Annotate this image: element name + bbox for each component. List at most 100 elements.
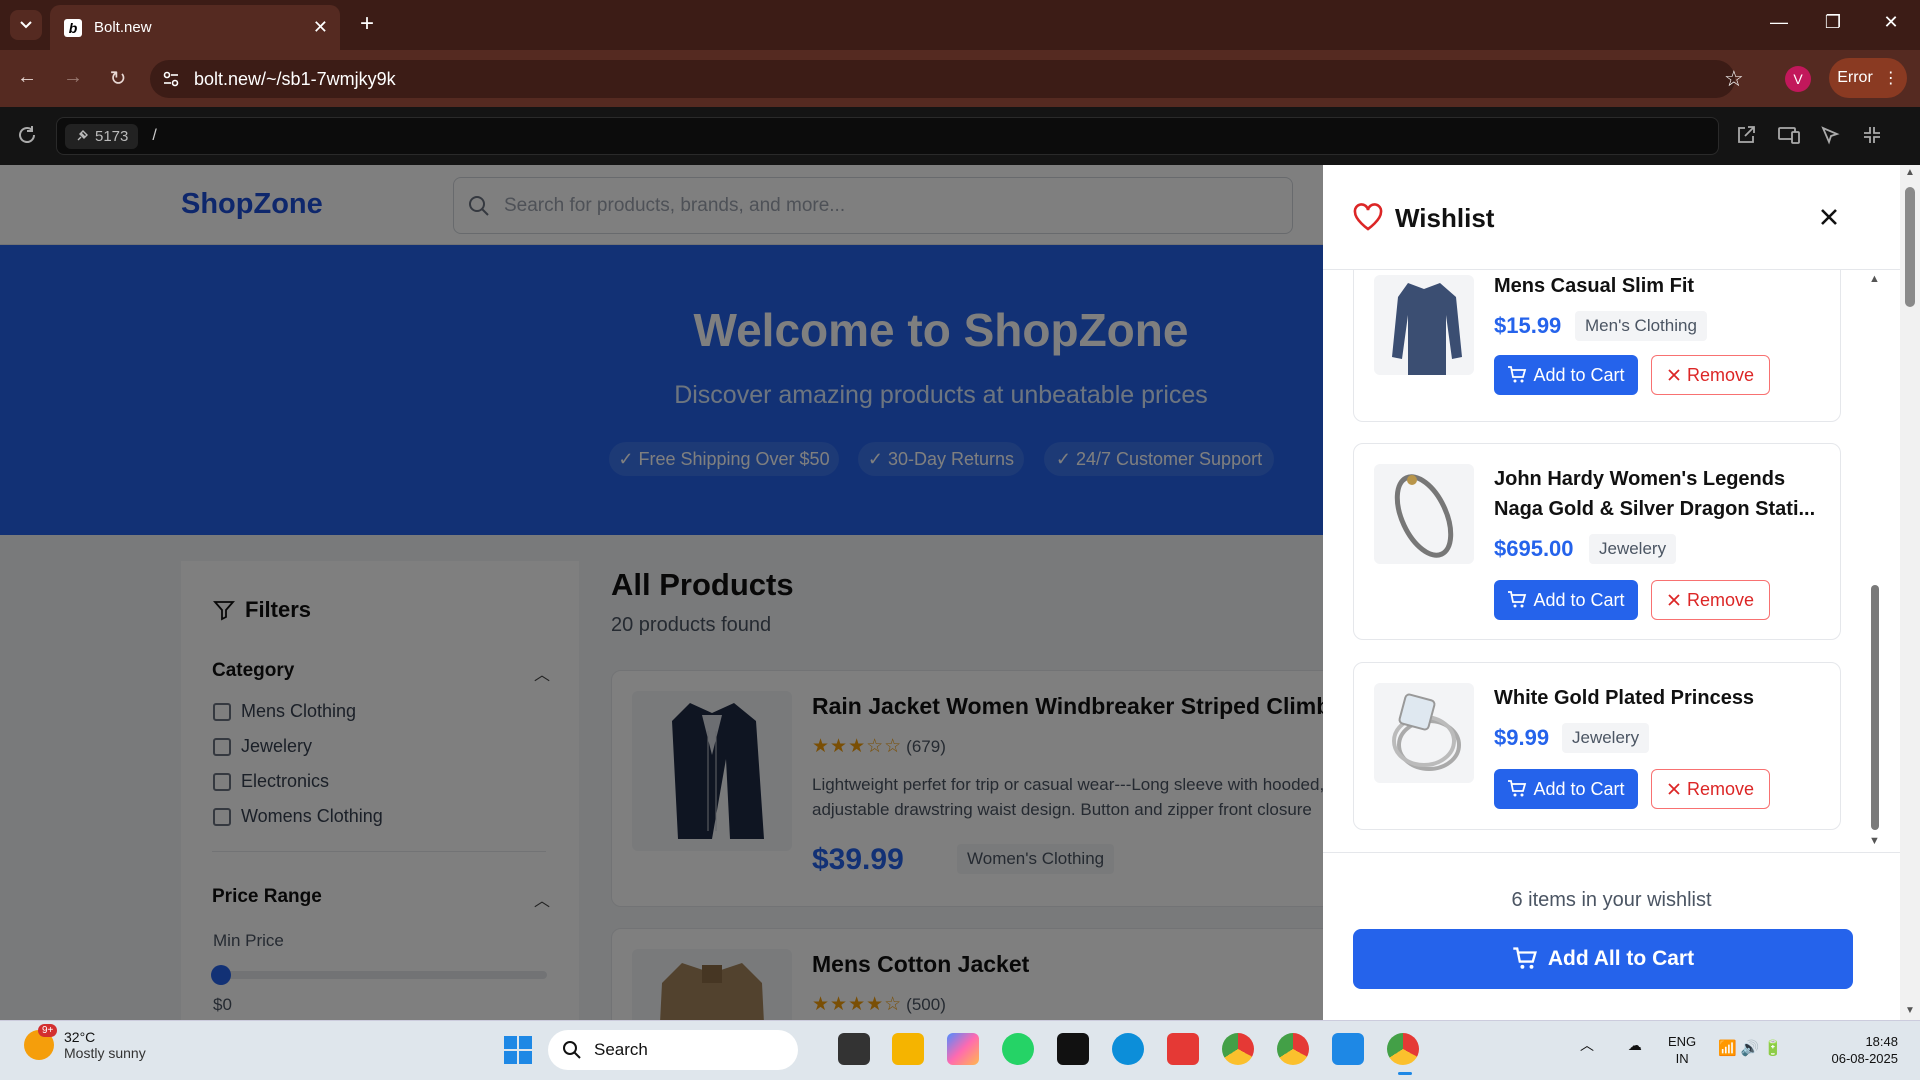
add-to-cart-label: Add to Cart bbox=[1533, 364, 1625, 385]
chrome-profile-icon[interactable] bbox=[1277, 1033, 1309, 1065]
wishlist-title: Wishlist bbox=[1395, 203, 1495, 233]
bookmark-star-icon[interactable]: ☆ bbox=[1724, 66, 1744, 92]
collapse-icon[interactable] bbox=[1861, 124, 1885, 148]
add-to-cart-button[interactable]: Add to Cart bbox=[1494, 580, 1638, 620]
open-external-icon[interactable] bbox=[1735, 124, 1759, 148]
language-indicator[interactable]: ENG IN bbox=[1668, 1033, 1696, 1067]
forward-button[interactable]: → bbox=[60, 66, 86, 89]
scroll-down-arrow-icon[interactable]: ▼ bbox=[1905, 1005, 1915, 1016]
url-text: bolt.new/~/sb1-7wmjky9k bbox=[194, 68, 396, 89]
page-scrollbar[interactable]: ▲ ▼ bbox=[1900, 165, 1920, 1020]
modal-backdrop[interactable] bbox=[0, 165, 1323, 1020]
scroll-up-arrow-icon[interactable]: ▲ bbox=[1869, 273, 1880, 285]
wishlist-item-name[interactable]: John Hardy Women's Legends Naga Gold & S… bbox=[1494, 464, 1819, 524]
preview-path: / bbox=[152, 127, 157, 144]
time: 18:48 bbox=[1865, 1034, 1898, 1049]
site-info-icon[interactable] bbox=[162, 70, 180, 88]
back-button[interactable]: ← bbox=[14, 66, 40, 89]
remove-button[interactable]: Remove bbox=[1651, 769, 1770, 809]
wishlist-item-name[interactable]: Mens Casual Slim Fit bbox=[1494, 271, 1819, 301]
preview-url-bar[interactable]: 5173 / bbox=[56, 117, 1719, 155]
pycharm-icon[interactable] bbox=[1057, 1033, 1089, 1065]
preview-reload-icon[interactable] bbox=[16, 124, 40, 148]
task-view-icon[interactable] bbox=[838, 1033, 870, 1065]
wishlist-item-name[interactable]: White Gold Plated Princess bbox=[1494, 683, 1819, 713]
new-tab-button[interactable]: + bbox=[352, 10, 382, 38]
windows-taskbar: 9+ 32°C Mostly sunny Search ︿ ☁ ENG IN 📶… bbox=[0, 1020, 1920, 1080]
profile-avatar[interactable]: V bbox=[1785, 66, 1811, 92]
wishlist-panel: Wishlist Mens Casual Slim Fit $15.99 Men… bbox=[1323, 165, 1900, 1020]
wishlist-item-price: $15.99 bbox=[1494, 313, 1562, 338]
add-all-label: Add All to Cart bbox=[1547, 947, 1695, 970]
wishlist-item-category: Jewelery bbox=[1589, 534, 1677, 564]
wishlist-item-category: Jewelery bbox=[1562, 723, 1650, 753]
region-code: IN bbox=[1675, 1051, 1689, 1066]
cart-icon bbox=[1513, 947, 1537, 969]
cart-icon bbox=[1508, 366, 1527, 383]
dragon-bracelet-image bbox=[1394, 474, 1454, 558]
cart-icon bbox=[1508, 591, 1527, 608]
remove-x-icon bbox=[1668, 594, 1680, 606]
reload-button[interactable]: ↻ bbox=[105, 66, 131, 91]
weather-widget[interactable]: 9+ 32°C Mostly sunny bbox=[24, 1024, 146, 1061]
network-volume-battery-icons[interactable]: 📶 🔊 🔋 bbox=[1718, 1039, 1782, 1057]
add-to-cart-button[interactable]: Add to Cart bbox=[1494, 355, 1638, 395]
tray-overflow-icon[interactable]: ︿ bbox=[1580, 1037, 1594, 1053]
wps-office-icon[interactable] bbox=[1167, 1033, 1199, 1065]
sun-icon: 9+ bbox=[24, 1024, 58, 1060]
cart-icon bbox=[1508, 780, 1527, 797]
chevron-down-icon bbox=[20, 21, 32, 29]
restore-button[interactable]: ❐ bbox=[1818, 12, 1848, 33]
chrome-icon[interactable] bbox=[1222, 1033, 1254, 1065]
browser-tab[interactable]: b Bolt.new ✕ bbox=[50, 5, 340, 50]
error-button[interactable]: Error ⋮ bbox=[1829, 58, 1907, 98]
wishlist-item: White Gold Plated Princess $9.99 Jeweler… bbox=[1353, 662, 1841, 830]
scroll-up-arrow-icon[interactable]: ▲ bbox=[1905, 167, 1915, 178]
scroll-down-arrow-icon[interactable]: ▼ bbox=[1869, 835, 1880, 847]
wishlist-scrollbar-thumb[interactable] bbox=[1871, 585, 1879, 830]
chrome-active-icon[interactable] bbox=[1387, 1033, 1419, 1065]
add-to-cart-label: Add to Cart bbox=[1533, 589, 1625, 610]
onedrive-icon[interactable]: ☁ bbox=[1628, 1037, 1642, 1053]
close-tab-icon[interactable]: ✕ bbox=[313, 17, 328, 38]
system-tray[interactable]: ︿ ☁ bbox=[1580, 1035, 1642, 1055]
wishlist-footer: 6 items in your wishlist Add All to Cart bbox=[1323, 852, 1900, 1020]
remove-button[interactable]: Remove bbox=[1651, 355, 1770, 395]
close-window-button[interactable]: ✕ bbox=[1876, 12, 1906, 33]
add-to-cart-button[interactable]: Add to Cart bbox=[1494, 769, 1638, 809]
taskbar-search[interactable]: Search bbox=[548, 1030, 798, 1070]
wishlist-item-category: Men's Clothing bbox=[1575, 311, 1707, 341]
file-explorer-icon[interactable] bbox=[892, 1033, 924, 1065]
remove-label: Remove bbox=[1686, 364, 1755, 385]
date: 06-08-2025 bbox=[1831, 1051, 1899, 1066]
wishlist-count: 6 items in your wishlist bbox=[1511, 889, 1712, 911]
port-badge[interactable]: 5173 bbox=[65, 123, 139, 149]
clock[interactable]: 18:48 06-08-2025 bbox=[1818, 1033, 1899, 1067]
edge-icon[interactable] bbox=[1112, 1033, 1144, 1065]
whatsapp-icon[interactable] bbox=[1002, 1033, 1034, 1065]
wishlist-items[interactable]: Mens Casual Slim Fit $15.99 Men's Clothi… bbox=[1353, 270, 1841, 852]
tab-title: Bolt.new bbox=[94, 19, 152, 36]
vscode-icon[interactable] bbox=[1332, 1033, 1364, 1065]
windows-start-icon[interactable] bbox=[503, 1035, 533, 1065]
wishlist-item-image bbox=[1374, 683, 1474, 783]
minimize-button[interactable]: — bbox=[1764, 12, 1794, 33]
weather-temp: 32°C bbox=[64, 1029, 96, 1045]
address-bar[interactable]: bolt.new/~/sb1-7wmjky9k bbox=[150, 60, 1735, 98]
shop-app: ShopZone Search for products, brands, an… bbox=[0, 165, 1920, 1020]
search-icon bbox=[563, 1041, 581, 1059]
inspector-icon[interactable] bbox=[1819, 124, 1843, 148]
wishlist-item-price: $695.00 bbox=[1494, 536, 1574, 561]
copilot-icon[interactable] bbox=[947, 1033, 979, 1065]
remove-button[interactable]: Remove bbox=[1651, 580, 1770, 620]
page-scrollbar-thumb[interactable] bbox=[1905, 187, 1915, 307]
tab-search-button[interactable] bbox=[10, 10, 42, 40]
responsive-devices-icon[interactable] bbox=[1777, 124, 1801, 148]
weather-desc: Mostly sunny bbox=[64, 1045, 146, 1061]
princess-ring-image bbox=[1392, 693, 1461, 771]
remove-x-icon bbox=[1668, 783, 1680, 795]
add-all-to-cart-button[interactable]: Add All to Cart bbox=[1353, 929, 1853, 989]
taskbar-search-label: Search bbox=[594, 1040, 648, 1059]
wishlist-item-image bbox=[1374, 275, 1474, 375]
close-icon[interactable] bbox=[1817, 205, 1841, 229]
